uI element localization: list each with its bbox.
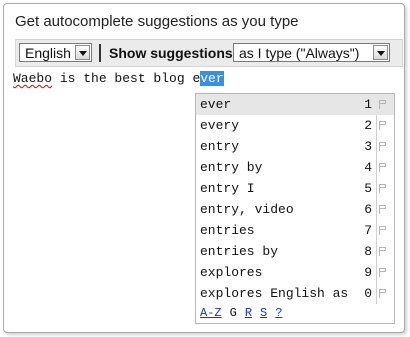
suggestion-item[interactable]: ever 1 [196,94,394,115]
language-value: English [25,45,71,61]
source-s-link[interactable]: S [260,306,267,320]
flag-icon[interactable] [379,289,387,298]
shortcut-key: 0 [364,286,372,301]
flag-icon[interactable] [379,121,387,130]
toolbar-separator [99,44,101,62]
suggestion-text: explores English as [200,286,349,301]
flag-icon[interactable] [379,142,387,151]
suggestion-text: entry [200,139,240,154]
shortcut-key: 9 [364,265,372,280]
shortcut-key: 7 [364,223,372,238]
shortcut-key: 1 [364,97,372,112]
flag-icon[interactable] [379,268,387,277]
misspelled-word[interactable]: Waebo [13,71,52,86]
suggestion-item[interactable]: entries by 8 [196,241,394,262]
suggestion-text: entry by [200,160,263,175]
chevron-down-icon[interactable] [373,45,388,60]
shortcut-key: 3 [364,139,372,154]
panel-heading: Get autocomplete suggestions as you type [15,13,299,30]
shortcut-key: 6 [364,202,372,217]
text-editor[interactable]: Waebo is the best blog ever [13,71,224,87]
shortcut-key: 2 [364,118,372,133]
settings-toolbar: English Show suggestions as I type ("Alw… [15,39,403,67]
sort-az-link[interactable]: A-Z [200,306,222,320]
suggestion-text: entry I [200,181,255,196]
language-select[interactable]: English [19,43,92,62]
show-suggestions-label: Show suggestions [109,45,233,61]
flag-icon[interactable] [379,163,387,172]
selected-text: ver [200,71,224,86]
flag-icon[interactable] [379,100,387,109]
suggestion-item[interactable]: entry 3 [196,136,394,157]
suggestion-item[interactable]: entry by 4 [196,157,394,178]
suggestion-mode-select[interactable]: as I type ("Always") [233,43,390,62]
suggestion-item[interactable]: entry I 5 [196,178,394,199]
suggestion-mode-value: as I type ("Always") [239,45,360,61]
suggestion-item[interactable]: entries 7 [196,220,394,241]
source-r-link[interactable]: R [245,306,252,320]
shortcut-key: 5 [364,181,372,196]
suggestion-text: explores [200,265,263,280]
suggestion-item[interactable]: explores English as 0 [196,283,394,304]
suggestion-text: entries [200,223,255,238]
source-g-label: G [229,306,237,320]
shortcut-key: 8 [364,244,372,259]
suggestion-text: entries by [200,244,279,259]
flag-icon[interactable] [379,247,387,256]
suggestion-text: ever [200,97,232,112]
suggestion-text: every [200,118,240,133]
help-link[interactable]: ? [275,306,282,320]
suggestion-footer: A-Z G R S? [200,306,282,320]
flag-icon[interactable] [379,205,387,214]
flag-icon[interactable] [379,226,387,235]
flag-icon[interactable] [379,184,387,193]
chevron-down-icon[interactable] [75,45,90,60]
suggestion-item[interactable]: entry, video 6 [196,199,394,220]
suggestion-item[interactable]: explores 9 [196,262,394,283]
suggestion-item[interactable]: every 2 [196,115,394,136]
editor-text: is the best blog e [52,71,201,86]
suggestion-text: entry, video [200,202,294,217]
suggestion-list: ever 1 every 2 entry 3 entry by 4 entry … [195,93,395,324]
shortcut-key: 4 [364,160,372,175]
